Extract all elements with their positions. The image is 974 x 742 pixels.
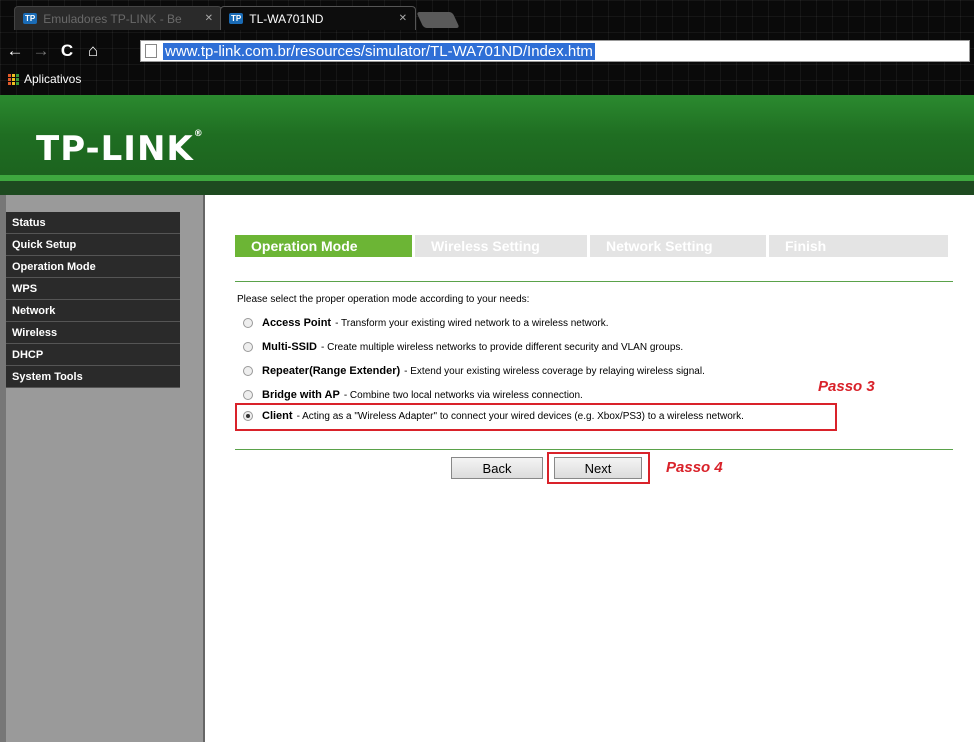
sidebar-item-wireless[interactable]: Wireless [6,322,180,344]
address-bar[interactable]: www.tp-link.com.br/resources/simulator/T… [140,40,970,62]
option-description: - Create multiple wireless networks to p… [321,341,684,353]
close-icon[interactable]: ✕ [399,13,407,24]
sidebar-item-operation-mode[interactable]: Operation Mode [6,256,180,278]
header-banner: TP-LINK® [0,95,974,195]
tplink-favicon-icon: TP [229,13,244,24]
option-description: - Combine two local networks via wireles… [343,389,583,401]
sidebar-menu: Status Quick Setup Operation Mode WPS Ne… [6,212,180,388]
url-text[interactable]: www.tp-link.com.br/resources/simulator/T… [163,42,595,60]
step-finish: Finish [769,235,948,257]
browser-tab-1[interactable]: TP Emuladores TP-LINK - Be ✕ [14,6,222,30]
navigation-bar: ← → C ⌂ www.tp-link.com.br/resources/sim… [0,36,974,66]
option-description: - Transform your existing wired network … [335,317,609,329]
sidebar: Status Quick Setup Operation Mode WPS Ne… [0,195,205,742]
option-name: Access Point [262,317,332,329]
divider [235,281,953,282]
wizard-steps: Operation Mode Wireless Setting Network … [235,235,951,257]
highlight-box-client [235,403,837,431]
sidebar-item-network[interactable]: Network [6,300,180,322]
main-content: Operation Mode Wireless Setting Network … [205,195,974,742]
option-repeater[interactable]: Repeater(Range Extender) - Extend your e… [243,365,705,377]
home-icon[interactable]: ⌂ [82,41,104,61]
radio-button[interactable] [243,390,253,400]
highlight-box-next [547,452,650,484]
annotation-passo-3: Passo 3 [818,378,875,395]
back-button[interactable]: Back [451,457,543,479]
reload-icon[interactable]: C [56,41,78,61]
new-tab-button[interactable] [416,12,460,28]
tab-title: TL-WA701ND [249,11,324,26]
radio-button[interactable] [243,342,253,352]
sidebar-item-system-tools[interactable]: System Tools [6,366,180,388]
radio-button[interactable] [243,318,253,328]
tplink-logo: TP-LINK® [36,129,204,169]
option-multi-ssid[interactable]: Multi-SSID - Create multiple wireless ne… [243,341,683,353]
option-name: Repeater(Range Extender) [262,365,401,377]
radio-button[interactable] [243,366,253,376]
option-bridge-with-ap[interactable]: Bridge with AP - Combine two local netwo… [243,389,583,401]
option-name: Bridge with AP [262,389,340,401]
tplink-favicon-icon: TP [23,13,38,24]
header-shadow [0,181,974,195]
bookmarks-bar: Aplicativos [8,72,81,86]
sidebar-item-status[interactable]: Status [6,212,180,234]
divider [235,449,953,450]
sidebar-item-quick-setup[interactable]: Quick Setup [6,234,180,256]
annotation-passo-4: Passo 4 [666,459,723,476]
tab-title: Emuladores TP-LINK - Be [43,11,182,26]
page-icon [145,44,157,58]
sidebar-item-wps[interactable]: WPS [6,278,180,300]
browser-chrome: TP Emuladores TP-LINK - Be ✕ TP TL-WA701… [0,0,974,95]
browser-tab-2[interactable]: TP TL-WA701ND ✕ [220,6,416,30]
step-network-setting: Network Setting [590,235,766,257]
sidebar-item-dhcp[interactable]: DHCP [6,344,180,366]
back-arrow-icon[interactable]: ← [4,41,26,61]
option-description: - Extend your existing wireless coverage… [404,365,705,377]
step-wireless-setting: Wireless Setting [415,235,587,257]
step-operation-mode: Operation Mode [235,235,412,257]
apps-grid-icon[interactable] [8,73,19,85]
close-icon[interactable]: ✕ [205,13,213,24]
apps-bookmark[interactable]: Aplicativos [24,72,81,86]
instructions-text: Please select the proper operation mode … [237,294,530,305]
forward-arrow-icon[interactable]: → [30,41,52,61]
option-name: Multi-SSID [262,341,317,353]
option-access-point[interactable]: Access Point - Transform your existing w… [243,317,609,329]
